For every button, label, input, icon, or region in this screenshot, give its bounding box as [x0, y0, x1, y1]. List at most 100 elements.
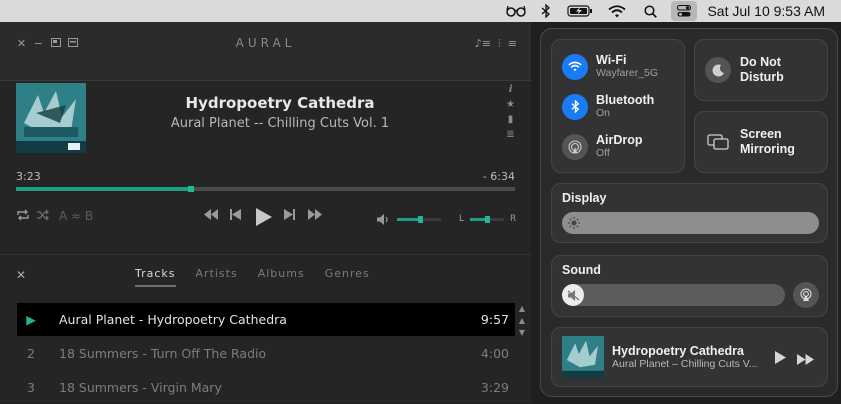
next-track-icon[interactable]: [284, 209, 295, 224]
menu-bar: Sat Jul 10 9:53 AM: [0, 0, 841, 22]
volume-muted-icon: [562, 284, 584, 306]
tab-albums[interactable]: Albums: [258, 267, 305, 287]
now-playing-subtitle: Aural Planet – Chilling Cuts V...: [612, 358, 758, 370]
album-art: [16, 83, 86, 153]
track-name: 18 Summers - Virgin Mary: [59, 380, 222, 395]
repeat-icon[interactable]: [16, 209, 30, 225]
remaining-time[interactable]: - 6:34: [483, 170, 515, 183]
bluetooth-status: On: [596, 107, 611, 119]
screen-mirroring-icon: [705, 134, 731, 150]
network-module: Wi-Fi Wayfarer_5G Bluetooth On AirDrop Off: [551, 39, 685, 173]
previous-track-icon[interactable]: [230, 209, 241, 224]
seek-bar-fill: [16, 187, 191, 191]
seek-bar-knob[interactable]: [187, 186, 194, 192]
track-duration: 3:29: [480, 380, 509, 395]
playlist-row[interactable]: ▶ Aural Planet - Hydropoetry Cathedra 9:…: [17, 303, 515, 336]
mirroring-label-line2: Mirroring: [740, 142, 795, 156]
playlist-row[interactable]: 3 18 Summers - Virgin Mary 3:29: [17, 371, 515, 404]
airdrop-label: AirDrop: [596, 133, 643, 147]
aural-logo: AURAL: [235, 36, 296, 50]
close-playlist-icon[interactable]: ✕: [16, 268, 26, 282]
scroll-to-top-icon[interactable]: ▲: [519, 304, 525, 313]
effects-icon[interactable]: ⫶: [498, 37, 501, 51]
control-center-icon[interactable]: [671, 1, 698, 21]
volume-slider[interactable]: [397, 216, 441, 223]
search-icon[interactable]: [639, 0, 661, 22]
balance-slider-knob[interactable]: [485, 216, 490, 223]
divider: [0, 80, 531, 81]
glasses-icon[interactable]: [505, 0, 527, 22]
balance-left-label: L: [459, 214, 465, 224]
track-name: Aural Planet - Hydropoetry Cathedra: [59, 312, 287, 327]
volume-slider-knob[interactable]: [417, 216, 423, 223]
sound-module: Sound: [551, 255, 828, 317]
menu-icon[interactable]: ≡: [508, 37, 517, 51]
track-name: 18 Summers - Turn Off The Radio: [59, 346, 267, 361]
airdrop-icon: [562, 133, 588, 160]
seek-bar[interactable]: [16, 186, 515, 192]
title-bar-actions: ♪≡ ⫶ ≡: [475, 37, 517, 51]
wifi-label: Wi-Fi: [596, 53, 627, 67]
bluetooth-icon: [562, 93, 588, 120]
bluetooth-icon[interactable]: [535, 0, 557, 22]
volume-slider-fill: [397, 218, 420, 221]
track-number: 3: [27, 380, 35, 395]
bluetooth-toggle[interactable]: Bluetooth On: [562, 93, 654, 120]
elapsed-time[interactable]: 3:23: [16, 170, 41, 183]
playlist-scroll-controls: ▲ ▲ ▼: [516, 304, 528, 344]
airplay-audio-icon[interactable]: [793, 282, 819, 308]
track-title: Hydropoetry Cathedra: [185, 94, 375, 112]
track-duration: 4:00: [480, 346, 509, 361]
sound-volume-slider[interactable]: [562, 284, 785, 306]
playing-indicator: ▶: [26, 312, 36, 327]
play-icon[interactable]: [775, 351, 786, 369]
moon-icon: [705, 57, 731, 83]
balance-slider[interactable]: [470, 216, 504, 223]
shuffle-icon[interactable]: [36, 209, 50, 225]
balance-right-label: R: [510, 214, 517, 224]
wifi-icon[interactable]: [603, 0, 631, 22]
bluetooth-label: Bluetooth: [596, 93, 655, 107]
screen-mirroring-button[interactable]: Screen Mirroring: [694, 111, 828, 173]
tab-artists[interactable]: Artists: [196, 267, 238, 287]
menu-bar-clock[interactable]: Sat Jul 10 9:53 AM: [703, 3, 841, 19]
fast-forward-icon[interactable]: [797, 352, 814, 370]
lyrics-icon[interactable]: ≣: [506, 129, 514, 140]
sound-label: Sound: [562, 263, 601, 277]
playlist-toggle-icon[interactable]: ♪≡: [475, 37, 491, 51]
ab-loop-button[interactable]: A ≈ B: [59, 209, 93, 223]
track-subtitle: Aural Planet -- Chilling Cuts Vol. 1: [170, 116, 390, 131]
display-module: Display: [551, 183, 828, 243]
battery-charging-icon[interactable]: [565, 0, 595, 22]
airdrop-toggle[interactable]: AirDrop Off: [562, 133, 643, 160]
do-not-disturb-toggle[interactable]: Do Not Disturb: [694, 39, 828, 101]
play-button[interactable]: [255, 208, 273, 230]
display-label: Display: [562, 191, 607, 205]
brightness-sun-icon: [567, 216, 581, 235]
display-brightness-slider[interactable]: [562, 212, 819, 234]
now-playing-module[interactable]: Hydropoetry Cathedra Aural Planet – Chil…: [551, 327, 828, 387]
wifi-network-name: Wayfarer_5G: [596, 67, 659, 79]
bookmark-icon[interactable]: ▮: [508, 114, 514, 125]
dnd-label-line1: Do Not: [740, 55, 781, 69]
wifi-toggle[interactable]: Wi-Fi Wayfarer_5G: [562, 53, 658, 80]
volume-icon[interactable]: [377, 214, 390, 229]
playlist-row[interactable]: 2 18 Summers - Turn Off The Radio 4:00: [17, 337, 515, 370]
mirroring-label-line1: Screen: [740, 127, 782, 141]
tab-tracks[interactable]: Tracks: [135, 267, 176, 287]
airdrop-status: Off: [596, 147, 610, 159]
control-center-panel: Wi-Fi Wayfarer_5G Bluetooth On AirDrop Off …: [540, 28, 838, 397]
info-icon[interactable]: i: [509, 84, 512, 95]
dnd-label-line2: Disturb: [740, 70, 784, 84]
divider: [0, 254, 531, 255]
track-duration: 9:57: [480, 312, 509, 327]
tab-genres[interactable]: Genres: [325, 267, 370, 287]
seek-forward-icon[interactable]: [308, 209, 322, 224]
scroll-down-icon[interactable]: ▼: [519, 328, 525, 337]
scroll-up-icon[interactable]: ▲: [519, 316, 525, 325]
aural-player-window: ✕ − AURAL ♪≡ ⫶ ≡ Hydropoetry Cathedra Au…: [0, 22, 531, 403]
now-playing-artwork: [562, 336, 604, 378]
playlist-tabs: Tracks Artists Albums Genres: [135, 267, 370, 287]
favorite-star-icon[interactable]: ★: [506, 99, 515, 110]
seek-backward-icon[interactable]: [204, 209, 218, 224]
